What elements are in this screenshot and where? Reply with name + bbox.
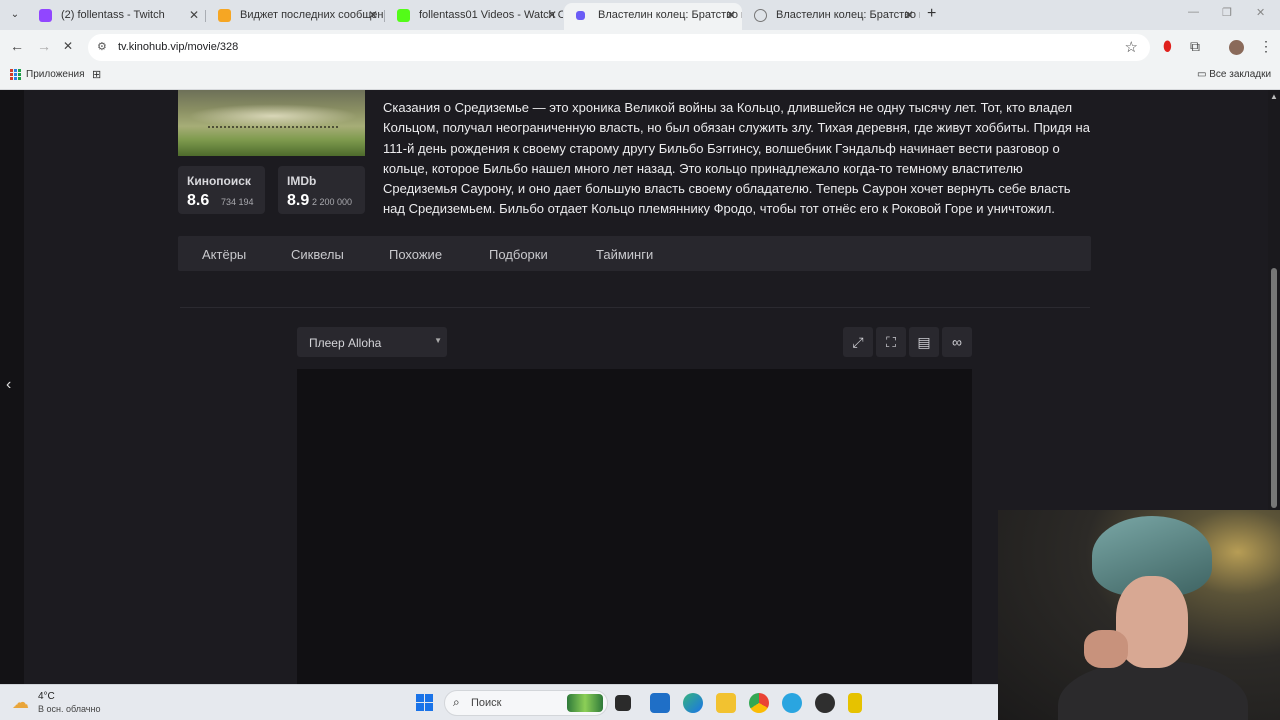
close-tab-icon[interactable]: ✕ — [726, 3, 736, 28]
apps-bookmark[interactable]: Приложения — [10, 69, 85, 80]
apps-label: Приложения — [26, 69, 85, 81]
tab-strip: ⌄ (2) follentass - Twitch ✕ Виджет после… — [0, 0, 1280, 30]
scroll-thumb[interactable] — [1271, 268, 1277, 508]
player-select[interactable]: Плеер Alloha ▼ — [297, 327, 447, 357]
chrome-icon[interactable] — [749, 693, 769, 713]
bookmarks-bar: Приложения ⊞ ▭ Все закладки — [0, 64, 1280, 90]
forward-arrow-icon[interactable]: → — [37, 38, 51, 54]
tab-groups-icon[interactable]: ⊞ — [92, 68, 101, 81]
tab-title: follentass01 Videos - Watch On — [419, 9, 563, 21]
browser-tab-widget[interactable]: Виджет последних сообщений ✕ — [206, 3, 384, 30]
file-explorer-icon[interactable] — [716, 693, 736, 713]
search-placeholder: Поиск — [471, 697, 502, 709]
address-toolbar: ← → ✕ ⚙ tv.kinohub.vip/movie/328 ☆ ⬮ ⧉ ⋮ — [0, 30, 1280, 64]
kebab-menu-icon[interactable]: ⋮ — [1259, 38, 1273, 55]
apps-grid-icon — [10, 69, 21, 80]
kinohub-favicon-icon — [576, 11, 585, 20]
rating-count: 734 194 — [221, 197, 254, 207]
movie-tabs: Актёры Сиквелы Похожие Подборки Тайминги — [178, 236, 1091, 271]
tab-title: Властелин колец: Братство кол — [598, 9, 742, 21]
taskbar-search[interactable]: ⌕ Поиск — [444, 690, 608, 716]
rating-value: 8.6 — [187, 192, 210, 209]
new-tab-plus-icon[interactable]: + — [927, 5, 936, 23]
tab-similar[interactable]: Похожие — [389, 247, 442, 262]
expand-icon[interactable]: ⤢ — [843, 327, 873, 357]
rating-name: IMDb — [287, 174, 317, 188]
telegram-icon[interactable] — [782, 693, 802, 713]
movie-description: Сказания о Средиземье — это хроника Вели… — [383, 100, 1090, 217]
left-rail: ‹ — [0, 90, 24, 684]
close-tab-icon[interactable]: ✕ — [547, 3, 557, 28]
window-close-icon[interactable]: ✕ — [1256, 6, 1265, 19]
chevron-down-icon: ▼ — [434, 336, 442, 345]
tab-title: Виджет последних сообщений — [240, 9, 384, 21]
close-tab-icon[interactable]: ✕ — [904, 3, 914, 28]
search-highlight-image — [567, 694, 603, 712]
vpn-lock-icon[interactable] — [848, 693, 862, 713]
scroll-up-icon[interactable]: ▲ — [1270, 92, 1278, 101]
tab-title: (2) follentass - Twitch — [61, 9, 165, 21]
edge-icon[interactable] — [683, 693, 703, 713]
rating-name: Кинопоиск — [187, 174, 251, 188]
link-icon[interactable]: ∞ — [942, 327, 972, 357]
all-bookmarks-label: Все закладки — [1209, 69, 1272, 80]
comments-icon[interactable]: ▤ — [909, 327, 939, 357]
stop-loading-icon[interactable]: ✕ — [63, 39, 73, 53]
rating-kinopoisk: Кинопоиск 8.6 734 194 — [178, 166, 265, 214]
obs-icon[interactable] — [815, 693, 835, 713]
tab-search-chevron-icon[interactable]: ⌄ — [6, 6, 24, 24]
webcam-overlay — [998, 510, 1280, 720]
bookmark-star-icon[interactable]: ☆ — [1125, 38, 1138, 56]
rating-value: 8.9 — [287, 192, 310, 209]
chevron-left-icon[interactable]: ‹ — [6, 376, 11, 394]
player-select-label: Плеер Alloha — [309, 336, 382, 350]
close-tab-icon[interactable]: ✕ — [189, 3, 199, 28]
windows-start-icon[interactable] — [416, 694, 433, 711]
tab-collections[interactable]: Подборки — [489, 247, 548, 262]
search-icon: ⌕ — [453, 695, 460, 709]
site-info-icon[interactable]: ⚙ — [97, 40, 107, 53]
all-bookmarks[interactable]: ▭ Все закладки — [1197, 69, 1271, 80]
extensions-puzzle-icon[interactable]: ⧉ — [1190, 38, 1200, 55]
fullscreen-icon[interactable]: ⛶ — [876, 327, 906, 357]
tab-sequels[interactable]: Сиквелы — [291, 247, 344, 262]
close-tab-icon[interactable]: ✕ — [368, 3, 378, 28]
browser-tab-loading[interactable]: Властелин колец: Братство кол ✕ — [742, 3, 920, 30]
divider — [180, 307, 1090, 308]
weather-description[interactable]: В осн. облачно — [38, 704, 100, 714]
widget-favicon-icon — [218, 9, 231, 22]
tab-title: Властелин колец: Братство кол — [776, 9, 920, 21]
browser-tab-active[interactable]: Властелин колец: Братство кол ✕ — [564, 3, 742, 30]
task-view-icon[interactable] — [615, 695, 631, 711]
kick-favicon-icon — [397, 9, 410, 22]
video-player[interactable] — [297, 369, 972, 684]
folder-icon: ▭ — [1197, 69, 1207, 80]
twitch-favicon-icon — [39, 9, 52, 22]
minimize-icon[interactable]: — — [1188, 6, 1199, 18]
profile-avatar[interactable] — [1229, 40, 1244, 55]
windows-taskbar: ☁ 4°C В осн. облачно ⌕ Поиск — [0, 684, 998, 720]
weather-cloud-icon[interactable]: ☁ — [12, 693, 29, 713]
rating-count: 2 200 000 — [312, 197, 353, 207]
back-arrow-icon[interactable]: ← — [10, 38, 24, 54]
opera-extension-icon[interactable]: ⬮ — [1163, 38, 1172, 55]
rating-imdb: IMDb 8.9 2 200 000 — [278, 166, 365, 214]
browser-tab-twitch[interactable]: (2) follentass - Twitch ✕ — [27, 3, 205, 30]
tab-actors[interactable]: Актёры — [202, 247, 246, 262]
weather-temperature[interactable]: 4°C — [38, 691, 55, 702]
globe-icon — [754, 9, 767, 22]
browser-tab-kick[interactable]: follentass01 Videos - Watch On ✕ — [385, 3, 563, 30]
store-icon[interactable] — [650, 693, 670, 713]
movie-poster — [178, 90, 365, 156]
url-text[interactable]: tv.kinohub.vip/movie/328 — [118, 41, 238, 53]
omnibox[interactable]: ⚙ tv.kinohub.vip/movie/328 ☆ — [88, 34, 1150, 61]
tab-timings[interactable]: Тайминги — [596, 247, 653, 262]
maximize-icon[interactable]: ❐ — [1222, 6, 1232, 19]
